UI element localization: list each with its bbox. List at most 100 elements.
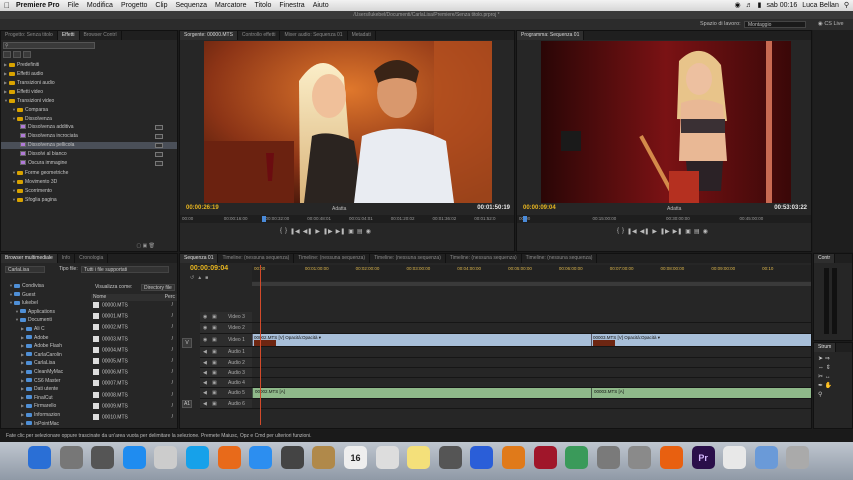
folder-tree-item[interactable]: ▶ Dati utente: [3, 385, 89, 392]
premiere-icon[interactable]: Pr: [691, 446, 715, 469]
effects-tree-item[interactable]: Oscura immagine: [1, 160, 177, 167]
tab-media-browser[interactable]: Browser multimediale: [1, 254, 58, 263]
track-header[interactable]: ◉ ▣ Video 2: [200, 323, 252, 334]
lock-icon[interactable]: ▣: [212, 368, 217, 378]
track-lane[interactable]: [252, 312, 811, 323]
track-lane[interactable]: 00002.MTS [A] 00003.MTS [A]: [252, 388, 811, 399]
tab-metadata[interactable]: Metadati: [348, 31, 376, 40]
folder-tree-item[interactable]: ▶ Informazion: [3, 411, 89, 418]
menu-marcatore[interactable]: Marcatore: [215, 0, 247, 11]
folder-tree-item[interactable]: ▶ Adobe: [3, 334, 89, 341]
notes-icon[interactable]: [407, 446, 431, 469]
lock-icon[interactable]: ▣: [212, 358, 217, 368]
file-list-item[interactable]: 00002.MTS /: [91, 324, 177, 331]
timeline-tab[interactable]: Sequenza 01: [180, 254, 219, 263]
speaker-icon[interactable]: ◀: [203, 388, 207, 399]
lock-icon[interactable]: ▣: [212, 312, 217, 323]
workspace-select[interactable]: Montaggio: [744, 21, 806, 28]
step-forward-icon[interactable]: ❚▶: [323, 228, 333, 237]
go-to-out-icon[interactable]: ▶❚: [673, 228, 683, 237]
timeline-tab[interactable]: Timeline: (nessuna sequenza): [446, 254, 522, 263]
file-list-item[interactable]: 00001.MTS /: [91, 313, 177, 320]
effects-tree-item[interactable]: ▶ Effetti audio: [1, 70, 177, 77]
timeline-tab[interactable]: Timeline: (nessuna sequenza): [370, 254, 446, 263]
menu-file[interactable]: File: [68, 0, 79, 11]
reminders-icon[interactable]: [375, 446, 399, 469]
lock-icon[interactable]: ▣: [212, 388, 217, 399]
source-patch-a1[interactable]: A1: [182, 400, 192, 408]
delete-icon[interactable]: 🗑: [149, 243, 155, 249]
yuv-effects-icon[interactable]: [23, 51, 31, 58]
play-icon[interactable]: ▶: [652, 228, 657, 237]
effects-search-input[interactable]: ⚲: [3, 42, 95, 49]
effects-tree-item[interactable]: ▶ Predefiniti: [1, 61, 177, 68]
track-header[interactable]: ◀ ▣ Audio 5: [200, 388, 252, 399]
track-lane[interactable]: [252, 378, 811, 388]
folder-tree-item[interactable]: ▶ CarlaCarolin: [3, 351, 89, 358]
effects-tree-item[interactable]: Dissolvenza incrociata: [1, 133, 177, 140]
extract-icon[interactable]: ▤: [694, 228, 700, 237]
source-patch-v[interactable]: V: [182, 338, 192, 348]
safari-icon[interactable]: [249, 446, 273, 469]
track-lane[interactable]: [252, 323, 811, 334]
effects-tree-item[interactable]: ▼ Scorrimento: [1, 187, 177, 194]
effects-tree-item[interactable]: ▼ Sfoglia pagina: [1, 196, 177, 203]
lock-icon[interactable]: ▣: [212, 378, 217, 388]
lock-icon[interactable]: ▣: [212, 399, 217, 409]
effects-tree-item[interactable]: Dissolvenza pellicola: [1, 142, 177, 149]
snap-icon[interactable]: ↺: [190, 275, 194, 281]
play-icon[interactable]: ▶: [315, 228, 320, 237]
menu-aiuto[interactable]: Aiuto: [313, 0, 329, 11]
ripple-edit-tool-icon[interactable]: ⇔: [818, 365, 824, 371]
insert-icon[interactable]: ▣: [348, 228, 354, 237]
track-lane[interactable]: [252, 399, 811, 409]
step-back-icon[interactable]: ◀❚: [640, 228, 650, 237]
export-frame-icon[interactable]: ◉: [703, 228, 708, 237]
file-list-item[interactable]: 00004.MTS /: [91, 346, 177, 354]
track-header[interactable]: ◉ ▣ Video 1: [200, 334, 252, 347]
track-select-tool-icon[interactable]: ⇒: [825, 356, 830, 362]
volume-icon[interactable]: ♬: [746, 0, 753, 11]
mark-out-icon[interactable]: }: [622, 228, 624, 237]
effects-tree-item[interactable]: Dissolvi al bianco: [1, 151, 177, 158]
effects-tree-item[interactable]: ▼ Comparsa: [1, 106, 177, 113]
effects-tree-item[interactable]: ▶ Effetti video: [1, 88, 177, 95]
skype-icon[interactable]: [186, 446, 209, 469]
pen-tool-icon[interactable]: ✒: [818, 383, 823, 389]
itunes-icon[interactable]: [470, 446, 494, 469]
tab-project[interactable]: Progetto: Senza titolo: [1, 31, 58, 40]
firefox-icon[interactable]: [217, 446, 241, 469]
menubar-clock[interactable]: sab 00:16: [767, 0, 798, 11]
menu-finestra[interactable]: Finestra: [279, 0, 304, 11]
file-list-item[interactable]: 00008.MTS /: [91, 391, 177, 399]
folder-tree-item[interactable]: ▶ Ali C: [3, 325, 89, 332]
program-current-timecode[interactable]: 00:00:09:04: [523, 205, 556, 211]
apple-logo-icon[interactable]: : [4, 0, 10, 11]
col-name-header[interactable]: Nome: [91, 294, 106, 300]
program-video-frame[interactable]: [541, 41, 791, 203]
track-header[interactable]: ◀ ▣ Audio 4: [200, 378, 252, 388]
tab-effect-controls[interactable]: Controllo effetti: [238, 31, 281, 40]
lock-icon[interactable]: ▣: [212, 347, 217, 358]
track-header[interactable]: ◀ ▣ Audio 6: [200, 399, 252, 409]
timeline-tab[interactable]: Timeline: (nessuna sequenza): [294, 254, 371, 263]
effects-tree-item[interactable]: ▶ Transizioni audio: [1, 79, 177, 86]
razor-tool-icon[interactable]: ✂: [818, 374, 823, 380]
launchpad-icon[interactable]: [59, 446, 83, 469]
timeline-tab[interactable]: Timeline: (nessuna sequenza): [522, 254, 598, 263]
battery-icon[interactable]: ▮: [758, 0, 762, 11]
mark-out-icon[interactable]: }: [285, 228, 287, 237]
file-list-item[interactable]: 00010.MTS /: [91, 414, 177, 421]
folder-tree-item[interactable]: ▶ FinalCut: [3, 394, 89, 401]
folder-tree-item[interactable]: ▼ Condivisa: [3, 282, 89, 289]
system-tools-icon[interactable]: [438, 446, 462, 469]
menu-sequenza[interactable]: Sequenza: [175, 0, 207, 11]
effects-tree-item[interactable]: ▼ Movimento 3D: [1, 178, 177, 185]
wifi-icon[interactable]: ◉: [735, 0, 741, 11]
source-playhead[interactable]: [262, 216, 266, 222]
video-clip[interactable]: 00003.MTS [V] Opacità:Opacità ▾: [591, 334, 811, 346]
tab-history[interactable]: Cronologia: [75, 254, 109, 263]
system-preferences-icon[interactable]: [628, 446, 652, 469]
file-type-select[interactable]: Tutti i file supportati: [81, 266, 169, 273]
photos-icon[interactable]: [565, 446, 589, 469]
